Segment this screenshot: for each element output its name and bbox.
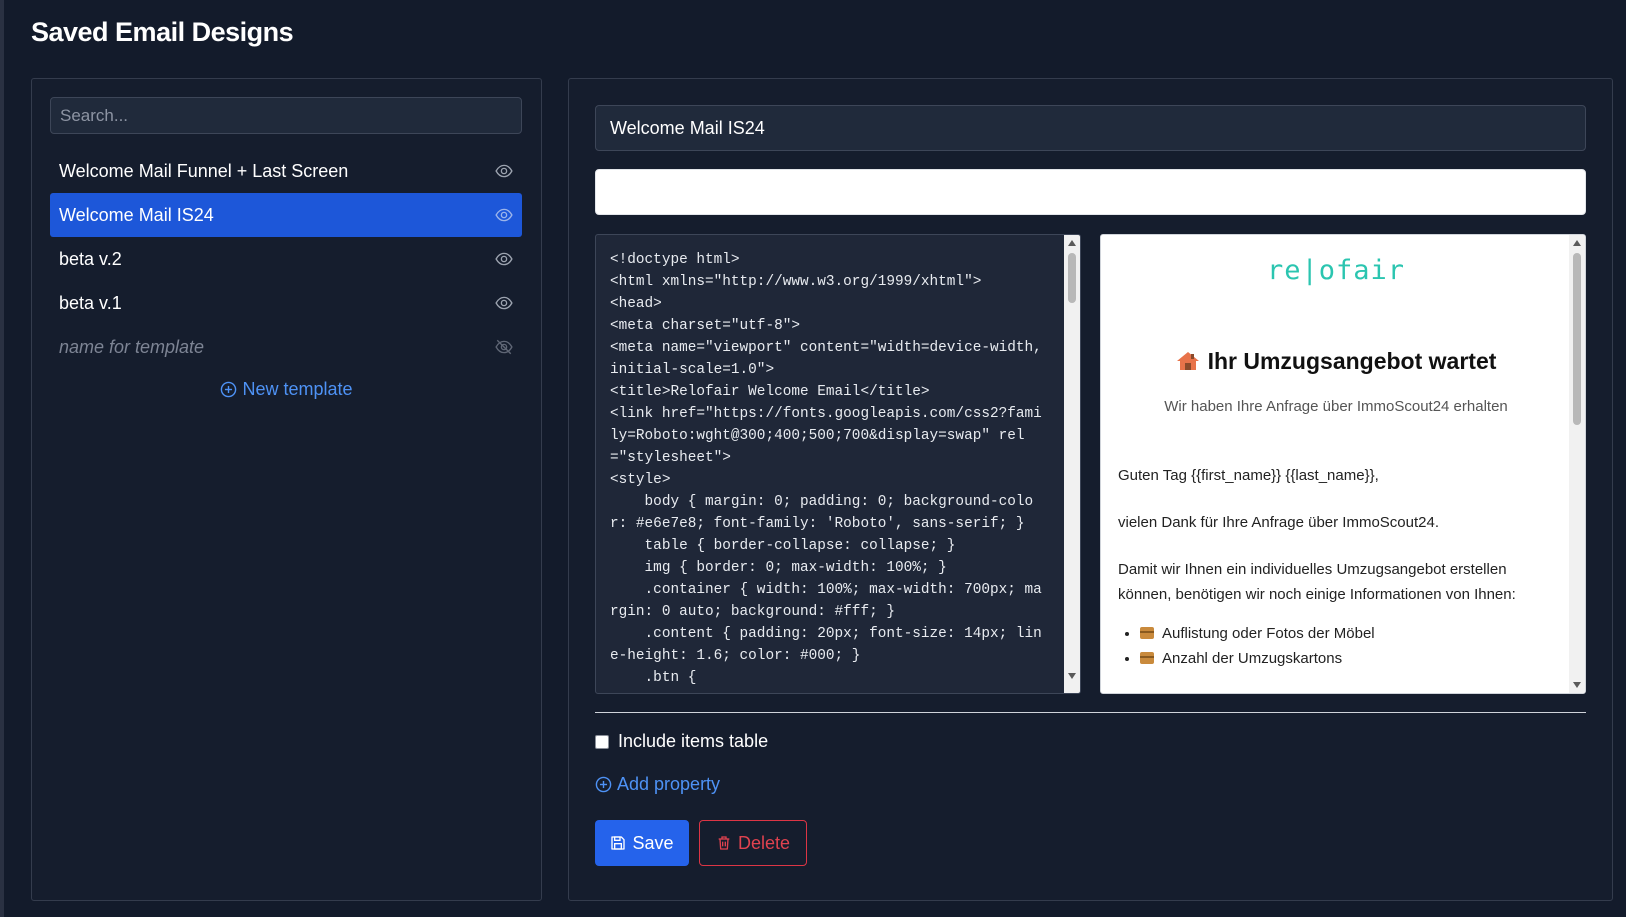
code-line[interactable]: <title>Relofair Welcome Email</title>	[610, 381, 1050, 403]
preview-body: Guten Tag {{first_name}} {{last_name}}, …	[1118, 463, 1558, 671]
preview-paragraph: Damit wir Ihnen ein individuelles Umzugs…	[1118, 561, 1516, 603]
code-line[interactable]: .container { width: 100%; max-width: 700…	[610, 579, 1050, 623]
code-scrollbar[interactable]	[1064, 235, 1080, 693]
template-item-new-name[interactable]: name for template	[50, 325, 522, 369]
scroll-up-arrow-icon[interactable]	[1573, 240, 1581, 246]
list-item: Auflistung oder Fotos der Möbel	[1140, 621, 1558, 646]
template-item-beta-v1[interactable]: beta v.1	[50, 281, 522, 325]
plus-circle-icon	[221, 381, 237, 398]
window-edge	[0, 0, 4, 917]
scroll-thumb[interactable]	[1068, 253, 1076, 303]
trash-icon	[718, 836, 730, 850]
code-line[interactable]: <style>	[610, 469, 1050, 491]
scroll-down-arrow-icon[interactable]	[1573, 682, 1581, 688]
eye-icon[interactable]	[495, 206, 513, 224]
preview-heading: Ihr Umzugsangebot wartet	[1101, 348, 1571, 375]
code-line[interactable]: <meta name="viewport" content="width=dev…	[610, 337, 1050, 381]
template-label: beta v.1	[59, 292, 122, 313]
include-items-table-option[interactable]: Include items table	[595, 731, 768, 752]
search-input[interactable]	[50, 97, 522, 134]
relofair-logo: re|ofair	[1266, 255, 1406, 286]
html-code-editor[interactable]: <!doctype html> <html xmlns="http://www.w…	[595, 234, 1081, 694]
code-line[interactable]: .content { padding: 20px; font-size: 14p…	[610, 623, 1050, 667]
list-item-text: Anzahl der Umzugskartons	[1162, 650, 1343, 667]
house-icon	[1176, 350, 1200, 370]
code-line[interactable]: <head>	[610, 293, 1050, 315]
template-sidebar: Welcome Mail Funnel + Last Screen Welcom…	[31, 78, 542, 901]
preview-list: Auflistung oder Fotos der Möbel Anzahl d…	[1118, 621, 1558, 671]
new-template-button[interactable]: New template	[32, 379, 541, 400]
code-line[interactable]: <meta charset="utf-8">	[610, 315, 1050, 337]
package-icon	[1140, 652, 1154, 664]
template-list: Welcome Mail Funnel + Last Screen Welcom…	[50, 149, 522, 369]
preview-heading-text: Ihr Umzugsangebot wartet	[1207, 348, 1497, 374]
subject-input[interactable]	[595, 169, 1586, 215]
code-line[interactable]: <link href="https://fonts.googleapis.com…	[610, 403, 1050, 469]
code-content[interactable]: <!doctype html> <html xmlns="http://www.w…	[610, 249, 1050, 689]
scroll-down-arrow-icon[interactable]	[1068, 673, 1076, 679]
scroll-up-arrow-icon[interactable]	[1068, 240, 1076, 246]
template-item-beta-v2[interactable]: beta v.2	[50, 237, 522, 281]
preview-paragraph: vielen Dank für Ihre Anfrage über ImmoSc…	[1118, 514, 1440, 531]
new-template-label: New template	[242, 379, 353, 399]
delete-label: Delete	[737, 832, 791, 853]
save-label: Save	[632, 832, 674, 853]
include-items-table-checkbox[interactable]	[595, 734, 609, 749]
template-label: beta v.2	[59, 248, 122, 269]
eye-icon[interactable]	[495, 250, 513, 268]
preview-scrollbar[interactable]	[1569, 235, 1585, 693]
scroll-thumb[interactable]	[1573, 253, 1581, 425]
package-icon	[1140, 627, 1154, 639]
code-line[interactable]: <html xmlns="http://www.w3.org/1999/xhtm…	[610, 271, 1050, 293]
template-editor: <!doctype html><html xmlns="http://www.w…	[568, 78, 1613, 901]
template-name-placeholder: name for template	[59, 336, 205, 357]
add-property-label: Add property	[617, 774, 721, 794]
email-preview: re|ofair Ihr Umzugsangebot wartet Wir ha…	[1100, 234, 1586, 694]
delete-button[interactable]: Delete	[699, 820, 807, 866]
floppy-disk-icon	[611, 836, 626, 850]
plus-circle-icon	[595, 776, 612, 793]
template-item-welcome-is24[interactable]: Welcome Mail IS24	[50, 193, 522, 237]
template-label: Welcome Mail IS24	[59, 204, 214, 225]
code-line[interactable]: img { border: 0; max-width: 100%; }	[610, 557, 1050, 579]
list-item: Anzahl der Umzugskartons	[1140, 646, 1558, 671]
template-item-welcome-funnel[interactable]: Welcome Mail Funnel + Last Screen	[50, 149, 522, 193]
template-name-input[interactable]	[595, 105, 1586, 151]
code-line[interactable]: <!doctype html>	[610, 249, 1050, 271]
template-label: Welcome Mail Funnel + Last Screen	[59, 160, 349, 181]
eye-icon[interactable]	[495, 162, 513, 180]
eye-icon[interactable]	[495, 294, 513, 312]
include-items-table-label: Include items table	[618, 731, 769, 751]
preview-subheading: Wir haben Ihre Anfrage über ImmoScout24 …	[1164, 398, 1508, 415]
save-button[interactable]: Save	[595, 820, 689, 866]
add-property-button[interactable]: Add property	[595, 774, 720, 795]
code-line[interactable]: table { border-collapse: collapse; }	[610, 535, 1050, 557]
preview-greeting: Guten Tag {{first_name}} {{last_name}},	[1118, 467, 1379, 484]
code-line[interactable]: .btn {	[610, 667, 1050, 689]
divider	[595, 712, 1586, 713]
code-line[interactable]: body { margin: 0; padding: 0; background…	[610, 491, 1050, 535]
list-item-text: Auflistung oder Fotos der Möbel	[1162, 625, 1375, 642]
page-title: Saved Email Designs	[31, 17, 294, 47]
eye-off-icon[interactable]	[495, 338, 513, 356]
